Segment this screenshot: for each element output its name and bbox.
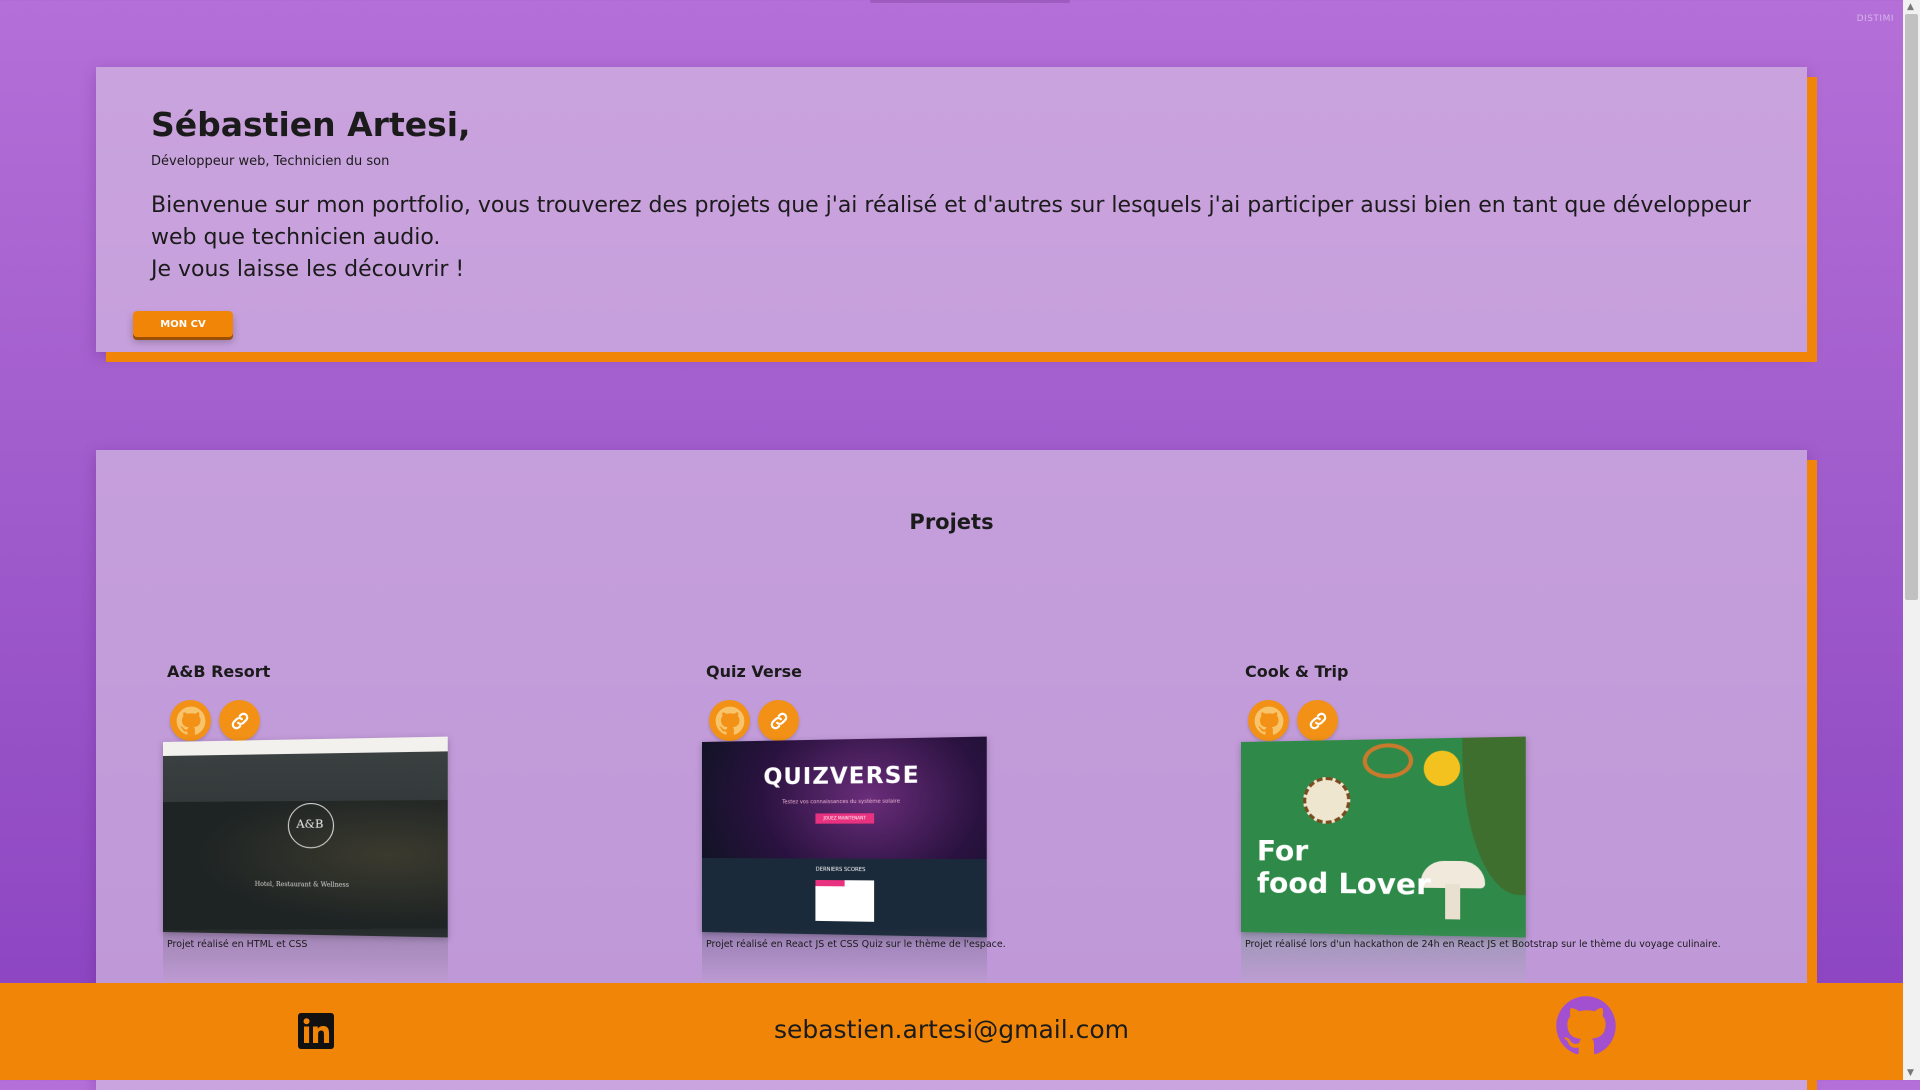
thumb-headline-1: For [1256,833,1309,868]
project-links [709,700,799,741]
contact-email[interactable]: sebastien.artesi@gmail.com [0,1015,1903,1044]
intro-paragraph: Bienvenue sur mon portfolio, vous trouve… [151,190,1751,286]
thumb-play-button: JOUEZ MAINTENANT [815,813,875,824]
website-link-button[interactable] [758,700,799,741]
cv-button[interactable]: MON CV [133,311,233,337]
intro-line-2: Je vous laisse les découvrir ! [151,257,465,282]
page-subtitle: Développeur web, Technicien du son [151,154,390,169]
thumb-mushroom-stem [1445,883,1461,920]
project-links [1248,700,1338,741]
project-description: Projet réalisé en React JS et CSS Quiz s… [706,939,1006,950]
footer: sebastien.artesi@gmail.com [0,983,1903,1080]
thumb-citrus [1423,750,1461,787]
intro-line-1: Bienvenue sur mon portfolio, vous trouve… [151,193,1751,250]
thumb-scores-tab [815,879,845,887]
github-repo-button[interactable] [1248,700,1289,741]
scroll-up-icon[interactable]: ▲ [1907,2,1914,12]
intro-card: Sébastien Artesi, Développeur web, Techn… [96,67,1807,352]
github-icon [1556,996,1616,1055]
github-icon [176,706,205,735]
project-screenshot[interactable]: A&B Hotel, Restaurant & Wellness [163,736,448,938]
thumb-tagline: Testez vos connaissances du système sola… [782,798,901,806]
link-icon [231,712,248,729]
project-screenshot[interactable]: For food Lover [1241,736,1526,938]
project-description: Projet réalisé lors d'un hackathon de 24… [1245,939,1721,950]
project-card-ab-resort: A&B Resort A&B Hotel, Restaurant & Welln… [96,662,616,992]
website-link-button[interactable] [219,700,260,741]
thumb-logo: QUIZVERSE [763,762,920,791]
top-hint: DISTIMI [1856,14,1894,24]
project-title: Cook & Trip [1245,662,1349,681]
project-title: Quiz Verse [706,662,802,681]
project-screenshot[interactable]: QUIZVERSE Testez vos connaissances du sy… [702,736,987,938]
website-link-button[interactable] [1297,700,1338,741]
link-icon [770,712,787,729]
github-icon [715,706,744,735]
project-title: A&B Resort [167,662,271,681]
project-card-cook-trip: Cook & Trip For food Lover Projet réalis… [1174,662,1721,992]
github-repo-button[interactable] [709,700,750,741]
projects-heading: Projets [909,510,994,534]
github-repo-button[interactable] [170,700,211,741]
thumb-stamp [1303,776,1351,824]
project-description: Projet réalisé en HTML et CSS [167,939,308,950]
github-profile-link[interactable] [1555,995,1617,1057]
github-icon [1254,706,1283,735]
project-links [170,700,260,741]
thumb-logo: A&B [296,817,324,831]
top-glow [870,0,1070,3]
thumb-headline-2: food Lover [1256,866,1431,902]
thumb-scores-table [815,879,875,922]
scroll-down-icon[interactable]: ▼ [1907,1068,1914,1078]
scroll-thumb[interactable] [1905,14,1918,600]
page-title: Sébastien Artesi, [151,105,471,144]
page-scrollbar[interactable]: ▲ ▼ [1903,0,1920,1080]
link-icon [1309,712,1326,729]
project-card-quiz-verse: Quiz Verse QUIZVERSE Testez vos connaiss… [635,662,1155,992]
thumb-pretzel [1362,742,1414,779]
